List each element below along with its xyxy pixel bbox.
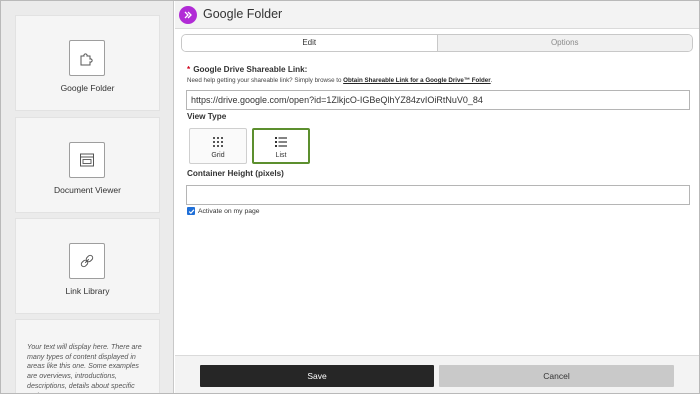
widget-label: Document Viewer — [54, 185, 121, 195]
view-type-list-label: List — [275, 152, 287, 159]
widget-sidebar: Google Folder Document Viewer Link Libra… — [1, 1, 174, 393]
editor-title: Google Folder — [203, 7, 283, 21]
editor-panel: Google Folder Edit Options * Google Drive… — [175, 1, 699, 393]
list-icon — [275, 135, 288, 153]
shareable-link-label: * Google Drive Shareable Link: — [187, 65, 307, 74]
link-icon — [69, 243, 105, 279]
editor-tabs: Edit Options — [181, 34, 693, 52]
widget-google-folder[interactable]: Google Folder — [15, 15, 160, 111]
widget-document-viewer[interactable]: Document Viewer — [15, 117, 160, 213]
view-type-grid-label: Grid — [211, 152, 225, 159]
document-viewer-icon — [69, 142, 105, 178]
container-height-label: Container Height (pixels) — [187, 169, 284, 178]
save-button[interactable]: Save — [200, 365, 434, 387]
double-chevron-right-icon — [179, 6, 197, 24]
editor-header: Google Folder — [175, 1, 699, 29]
puzzle-icon — [69, 40, 105, 76]
shareable-link-label-text: Google Drive Shareable Link: — [193, 65, 308, 74]
cancel-button[interactable]: Cancel — [439, 365, 674, 387]
tab-options[interactable]: Options — [436, 35, 692, 51]
required-marker: * — [187, 65, 191, 74]
shareable-link-input[interactable]: https://drive.google.com/open?id=1ZlkjcO… — [186, 90, 690, 110]
editor-footer: Save Cancel — [175, 355, 699, 393]
tab-edit[interactable]: Edit — [182, 35, 437, 51]
widget-link-library[interactable]: Link Library — [15, 218, 160, 314]
text-widget-preview: Your text will display here. There are m… — [15, 319, 160, 393]
view-type-list-button[interactable]: List — [252, 128, 310, 164]
container-height-input[interactable] — [186, 185, 690, 205]
obtain-link-help-link[interactable]: Obtain Shareable Link for a Google Drive… — [343, 77, 491, 84]
widget-label: Google Folder — [60, 83, 115, 93]
activate-checkbox-label: Activate on my page — [198, 207, 260, 215]
help-text-prefix: Need help getting your shareable link? S… — [187, 77, 344, 84]
activate-checkbox-row[interactable]: Activate on my page — [187, 207, 260, 215]
view-type-label: View Type — [187, 112, 227, 121]
help-text: Need help getting your shareable link? S… — [187, 77, 492, 84]
help-text-suffix: . — [490, 77, 493, 84]
widget-label: Link Library — [65, 286, 110, 296]
checkmark-icon — [188, 208, 194, 214]
grid-icon — [212, 135, 224, 153]
view-type-grid-button[interactable]: Grid — [189, 128, 247, 164]
activate-checkbox[interactable] — [187, 207, 195, 215]
